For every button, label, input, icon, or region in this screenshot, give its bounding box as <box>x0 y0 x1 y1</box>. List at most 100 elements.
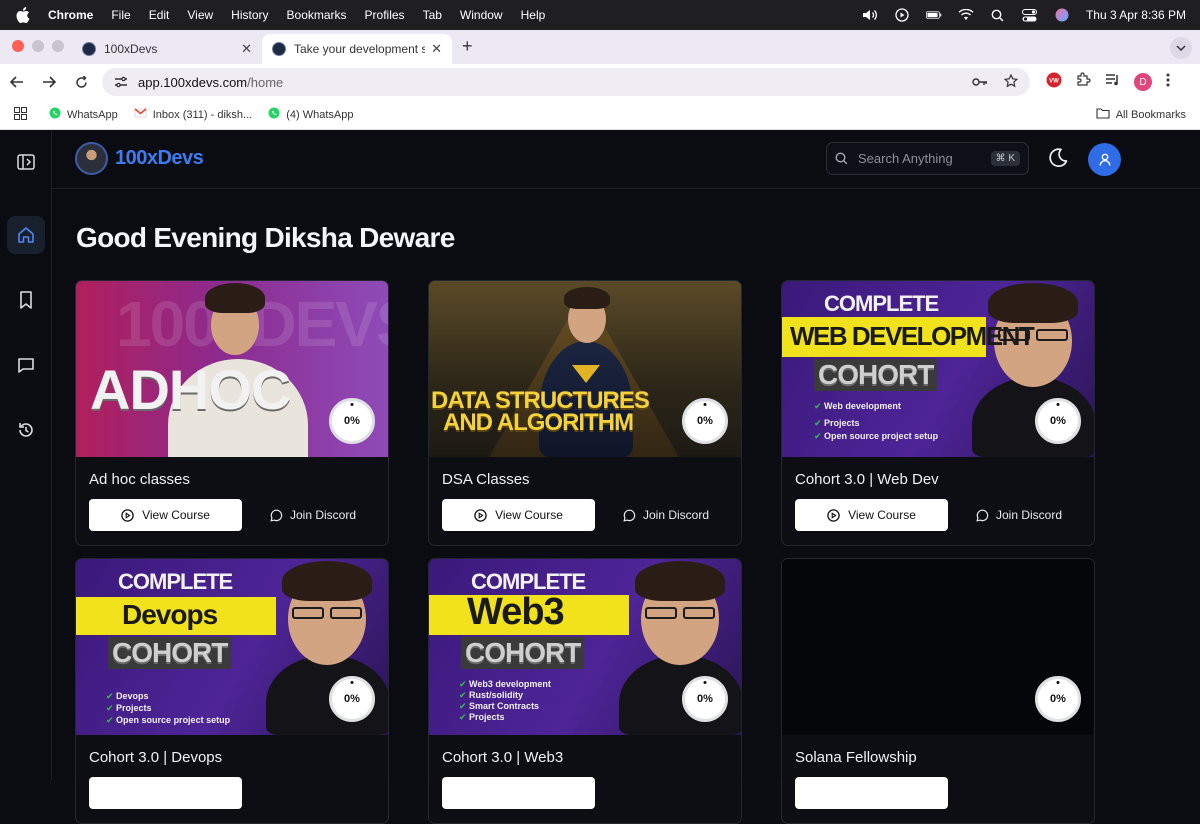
course-card[interactable]: COMPLETE Web3 COHORT Web3 development Ru… <box>428 558 742 824</box>
chat-bubble-icon <box>270 509 283 522</box>
view-course-button[interactable] <box>89 777 242 809</box>
view-course-button[interactable]: View Course <box>795 499 948 531</box>
menu-profiles[interactable]: Profiles <box>365 8 405 22</box>
thumbnail-band-text: Devops <box>122 599 218 630</box>
tab-title: 100xDevs <box>104 42 158 56</box>
whatsapp-icon <box>268 107 280 122</box>
sidebar <box>0 130 52 780</box>
tab-search-chevron-icon[interactable] <box>1170 37 1192 59</box>
course-thumbnail[interactable]: COMPLETE Web3 COHORT Web3 development Ru… <box>429 559 741 735</box>
view-course-button[interactable] <box>795 777 948 809</box>
course-card[interactable]: COMPLETE Devops COHORT Devops Projects O… <box>75 558 389 824</box>
thumbnail-bullet: Smart Contracts <box>459 701 539 712</box>
join-discord-label: Join Discord <box>996 508 1063 522</box>
close-window-button[interactable] <box>12 40 24 52</box>
forward-arrow-icon[interactable] <box>34 76 64 88</box>
menubar-datetime[interactable]: Thu 3 Apr 8:36 PM <box>1086 8 1186 22</box>
sidebar-bookmark-icon[interactable] <box>7 281 45 319</box>
menu-edit[interactable]: Edit <box>149 8 170 22</box>
thumbnail-bullet: Projects <box>459 712 505 723</box>
presenter-hair <box>635 561 725 601</box>
view-course-button[interactable]: View Course <box>442 499 595 531</box>
brand-logo[interactable]: 100xDevs <box>75 142 204 175</box>
new-tab-button[interactable]: + <box>462 36 473 57</box>
bookmarks-bar: WhatsApp Inbox (311) - diksh... (4) What… <box>0 100 1200 130</box>
volume-icon[interactable] <box>862 7 878 23</box>
course-thumbnail[interactable]: 0% <box>782 559 1094 735</box>
zoom-window-button[interactable] <box>52 40 64 52</box>
view-course-label: View Course <box>142 508 210 522</box>
sidebar-history-icon[interactable] <box>7 411 45 449</box>
course-thumbnail[interactable]: 100xDEVS ADHOC 0% <box>76 281 388 457</box>
join-discord-button[interactable]: Join Discord <box>623 499 709 531</box>
progress-badge: 0% <box>329 676 375 722</box>
site-info-icon[interactable] <box>114 76 128 88</box>
bookmark-label: WhatsApp <box>67 108 118 121</box>
chrome-menu-icon[interactable] <box>1166 73 1170 92</box>
theme-toggle-moon-icon[interactable] <box>1047 147 1069 174</box>
media-controls-icon[interactable] <box>1105 73 1120 91</box>
apps-grid-icon[interactable] <box>14 106 27 123</box>
menu-history[interactable]: History <box>231 8 268 22</box>
extensions-puzzle-icon[interactable] <box>1076 72 1091 92</box>
tab-100xdevs[interactable]: 100xDevs ✕ <box>72 34 262 64</box>
tab-close-icon[interactable]: ✕ <box>241 41 252 57</box>
join-discord-button[interactable]: Join Discord <box>976 499 1062 531</box>
extension-red-icon[interactable]: VW <box>1046 72 1062 93</box>
menu-view[interactable]: View <box>187 8 213 22</box>
user-profile-button[interactable] <box>1088 143 1121 176</box>
menu-file[interactable]: File <box>111 8 130 22</box>
tab-title: Take your development skills <box>294 42 426 56</box>
tab-development-skills[interactable]: Take your development skills ✕ <box>262 34 452 64</box>
course-thumbnail[interactable]: COMPLETE WEB DEVELOPMENT COHORT Web deve… <box>782 281 1094 457</box>
wifi-icon[interactable] <box>958 7 974 23</box>
view-course-button[interactable] <box>442 777 595 809</box>
control-center-icon[interactable] <box>1022 7 1038 23</box>
whatsapp-icon <box>49 107 61 122</box>
menu-window[interactable]: Window <box>460 8 503 22</box>
tab-close-icon[interactable]: ✕ <box>431 41 442 57</box>
password-key-icon[interactable] <box>972 75 988 90</box>
thumbnail-band-text: Web3 <box>467 591 565 633</box>
back-arrow-icon[interactable] <box>2 76 32 88</box>
course-thumbnail[interactable]: DATA STRUCTURES AND ALGORITHM 0% <box>429 281 741 457</box>
all-bookmarks[interactable]: All Bookmarks <box>1096 107 1186 122</box>
course-card[interactable]: 0% Solana Fellowship <box>781 558 1095 824</box>
reload-icon[interactable] <box>66 75 96 89</box>
join-discord-label: Join Discord <box>643 508 710 522</box>
menu-app-name[interactable]: Chrome <box>48 8 93 22</box>
spotlight-search-icon[interactable] <box>990 7 1006 23</box>
user-icon <box>1099 153 1110 166</box>
address-bar[interactable]: app.100xdevs.com/home <box>102 68 1030 96</box>
bookmark-whatsapp[interactable]: WhatsApp <box>49 107 118 122</box>
course-card[interactable]: COMPLETE WEB DEVELOPMENT COHORT Web deve… <box>781 280 1095 546</box>
view-course-button[interactable]: View Course <box>89 499 242 531</box>
sidebar-chat-icon[interactable] <box>7 346 45 384</box>
battery-icon[interactable] <box>925 7 942 23</box>
search-input[interactable]: Search Anything ⌘ K <box>826 142 1029 175</box>
course-thumbnail[interactable]: COMPLETE Devops COHORT Devops Projects O… <box>76 559 388 735</box>
thumbnail-top-text: COMPLETE <box>824 291 939 316</box>
course-title: Cohort 3.0 | Web3 <box>442 749 564 766</box>
profile-avatar[interactable]: D <box>1134 73 1152 91</box>
play-icon[interactable] <box>894 7 910 23</box>
menu-bookmarks[interactable]: Bookmarks <box>287 8 347 22</box>
menu-tab[interactable]: Tab <box>423 8 442 22</box>
app-page: 100xDevs Search Anything ⌘ K Good Evenin… <box>0 130 1200 824</box>
join-discord-button[interactable]: Join Discord <box>270 499 356 531</box>
siri-icon[interactable] <box>1054 7 1070 23</box>
sidebar-home-icon[interactable] <box>7 216 45 254</box>
minimize-window-button[interactable] <box>32 40 44 52</box>
sidebar-toggle-icon[interactable] <box>7 143 45 181</box>
bookmark-star-icon[interactable] <box>1003 73 1019 91</box>
search-shortcut-badge: ⌘ K <box>990 151 1020 166</box>
course-card[interactable]: 100xDEVS ADHOC 0% Ad hoc classes View Co… <box>75 280 389 546</box>
menu-help[interactable]: Help <box>521 8 546 22</box>
bookmark-gmail-inbox[interactable]: Inbox (311) - diksh... <box>134 108 252 121</box>
apple-icon[interactable] <box>16 7 32 23</box>
window-controls <box>12 40 64 52</box>
course-card[interactable]: DATA STRUCTURES AND ALGORITHM 0% DSA Cla… <box>428 280 742 546</box>
bookmark-whatsapp-2[interactable]: (4) WhatsApp <box>268 107 353 122</box>
thumbnail-bullet: Projects <box>814 418 860 429</box>
presenter-glasses <box>292 607 324 619</box>
